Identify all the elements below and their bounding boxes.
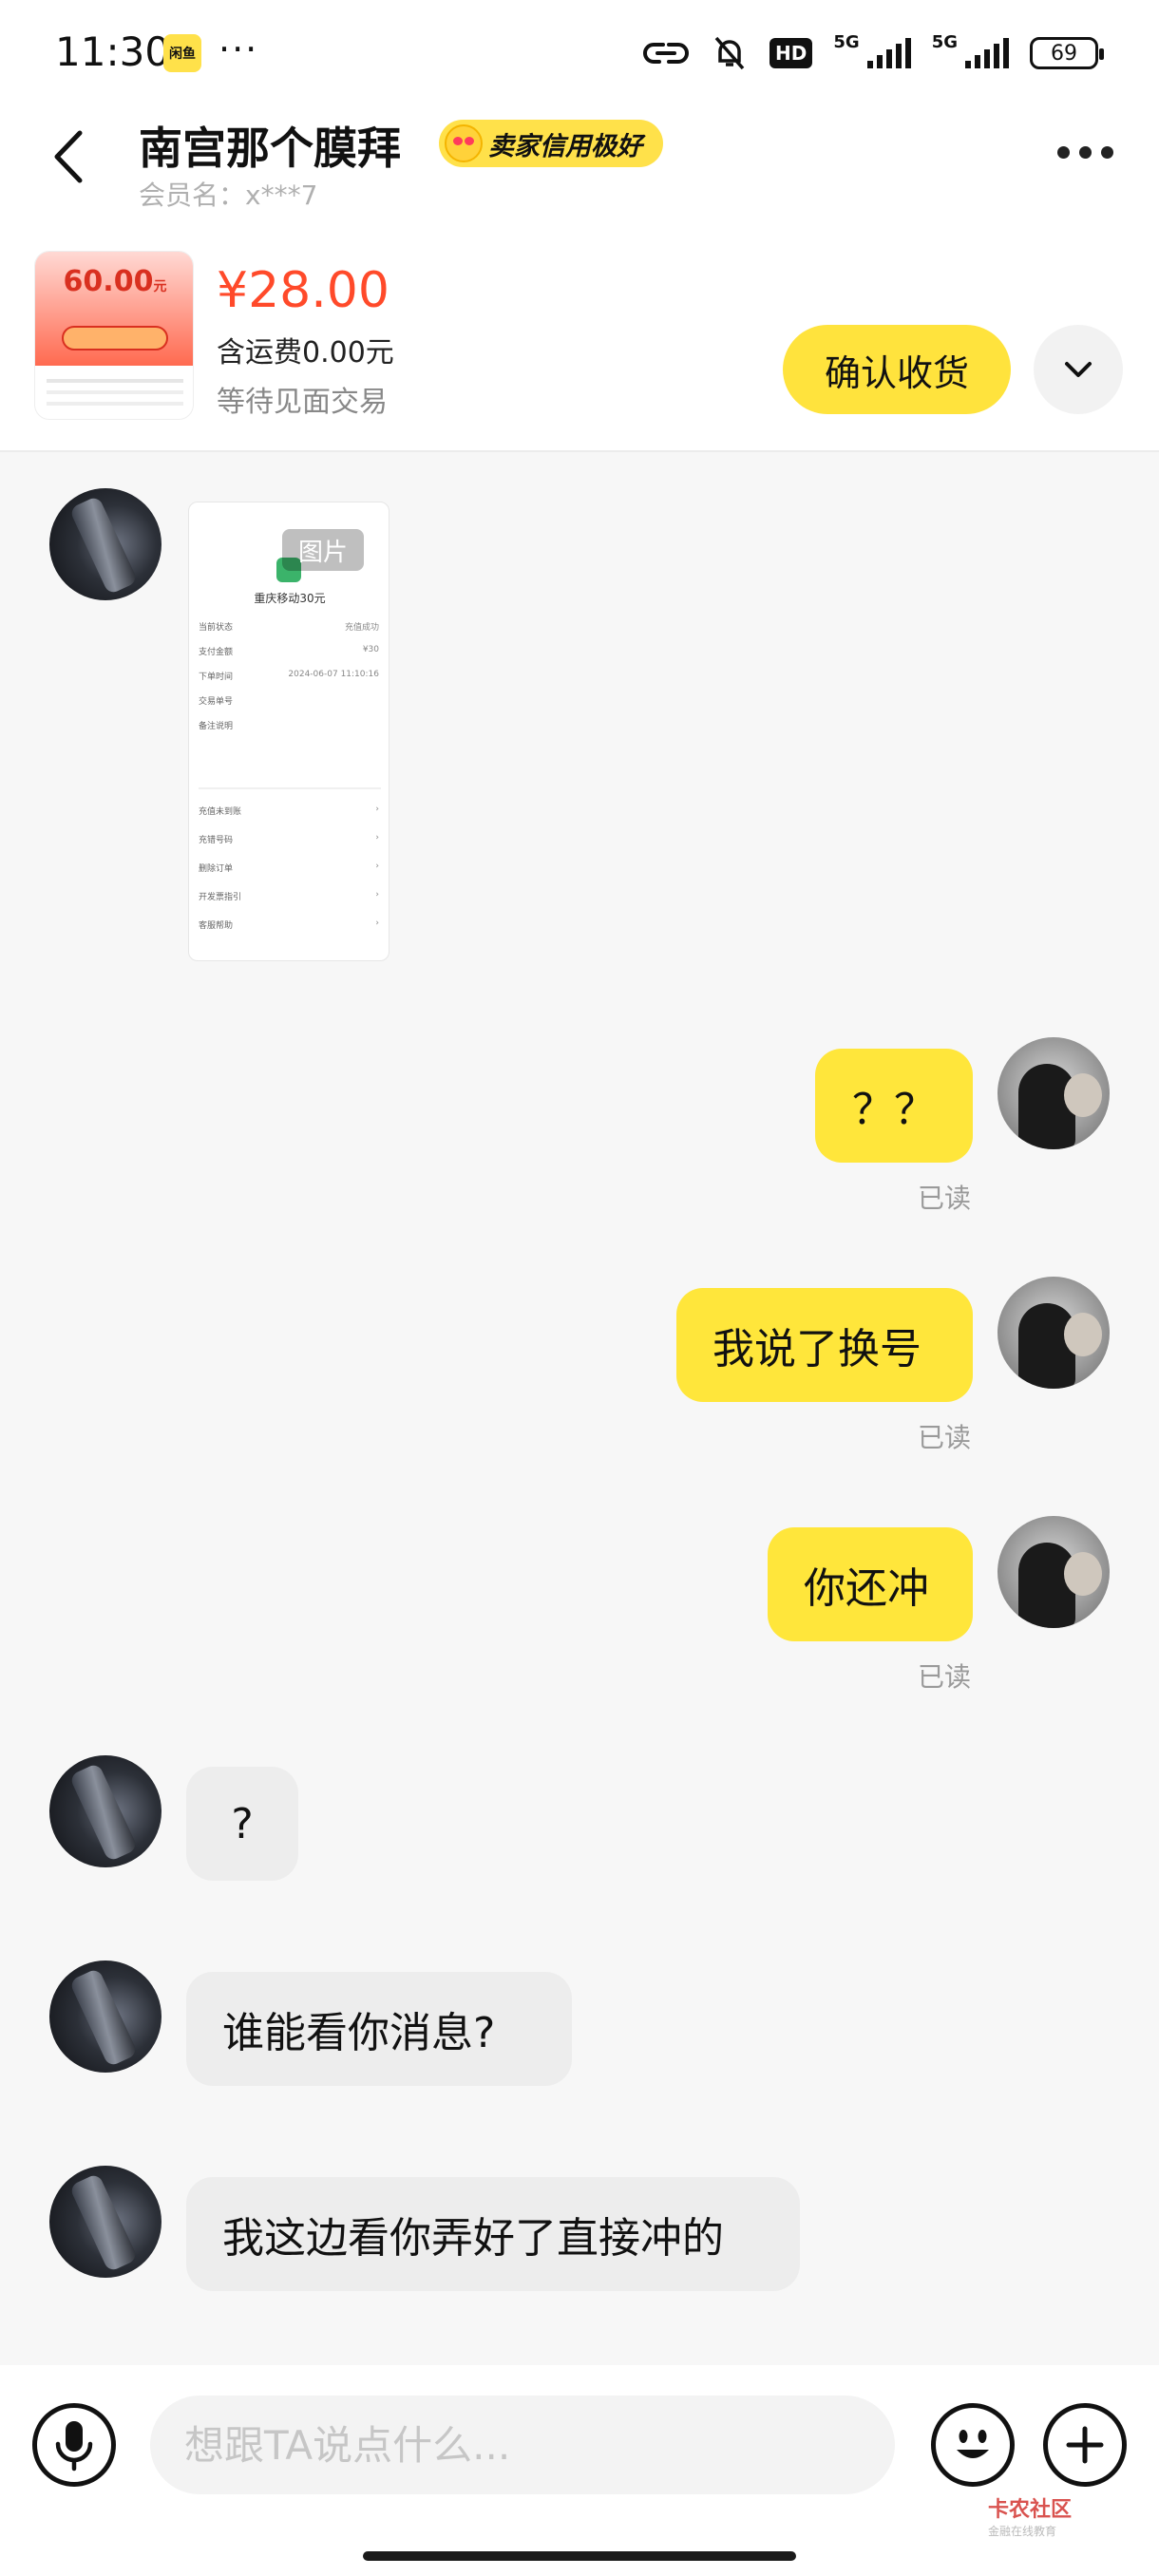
read-status: 已读: [918, 1422, 972, 1453]
expand-button[interactable]: [1034, 325, 1123, 414]
contact-name[interactable]: 南宫那个膜拜: [139, 114, 401, 177]
image-row-value: ¥30: [362, 645, 379, 654]
image-row-label: 开发票指引: [199, 893, 242, 902]
network-type-1: 5G: [833, 32, 860, 52]
credit-badge-label: 卖家信用极好: [488, 131, 642, 161]
image-row-value: ›: [375, 890, 379, 900]
image-row-label: 交易单号: [199, 697, 234, 707]
image-row-value: ›: [375, 862, 379, 871]
my-avatar[interactable]: [998, 1516, 1110, 1628]
image-row-label: 删除订单: [199, 864, 234, 874]
network-type-2: 5G: [931, 32, 958, 52]
input-bar: 卡农社区金融在线教育: [0, 2365, 1159, 2576]
image-row-label: 下单时间: [199, 672, 234, 682]
incoming-message[interactable]: 谁能看你消息?: [186, 1972, 572, 2086]
outgoing-message[interactable]: ？？: [815, 1049, 973, 1163]
signal-icon-1: [866, 38, 911, 68]
incoming-message[interactable]: 我这边看你弄好了直接冲的: [186, 2177, 800, 2291]
hd-icon: HD: [770, 38, 813, 68]
my-avatar[interactable]: [998, 1277, 1110, 1389]
chat-header: 南宫那个膜拜 卖家信用极好 会员名：x***7: [0, 104, 1159, 211]
trade-status: 等待见面交易: [217, 386, 388, 419]
home-indicator[interactable]: [363, 2551, 796, 2561]
emoji-button[interactable]: [931, 2403, 1015, 2487]
back-icon[interactable]: [46, 125, 93, 188]
outgoing-message[interactable]: 你还冲: [768, 1527, 973, 1641]
shipping-fee: 含运费0.00元: [217, 336, 394, 369]
image-row-value: ›: [375, 833, 379, 843]
chat-area[interactable]: 图片 重庆移动30元 当前状态 充值成功 支付金额 ¥30 下单时间 2024-…: [0, 454, 1159, 2365]
image-row-label: 充值未到账: [199, 807, 242, 817]
more-options-icon[interactable]: [1057, 146, 1113, 159]
image-row-value: ›: [375, 919, 379, 928]
outgoing-message[interactable]: 我说了换号: [676, 1288, 973, 1402]
seller-avatar[interactable]: [49, 488, 162, 600]
image-row-label: 客服帮助: [199, 921, 234, 931]
battery-icon: 69: [1030, 37, 1104, 69]
image-row-label: 充错号码: [199, 836, 234, 845]
voice-button[interactable]: [32, 2403, 116, 2487]
seller-avatar[interactable]: [49, 2166, 162, 2278]
my-avatar[interactable]: [998, 1037, 1110, 1149]
link-icon: [643, 43, 690, 64]
product-thumbnail[interactable]: 60.00元: [34, 251, 194, 420]
image-divider: [199, 787, 381, 789]
thumbnail-button-shape: [62, 326, 168, 350]
mute-bell-icon: [714, 36, 745, 70]
image-order-title: 重庆移动30元: [254, 592, 326, 605]
status-more-icon: ···: [218, 28, 259, 70]
thumbnail-amount: 60.00元: [63, 265, 167, 298]
read-status: 已读: [918, 1183, 972, 1214]
smiley-icon: [957, 2430, 989, 2458]
seller-credit-badge[interactable]: 卖家信用极好: [439, 120, 663, 167]
plus-icon: [1066, 2426, 1104, 2464]
incoming-message[interactable]: ?: [186, 1767, 298, 1881]
confirm-receipt-button[interactable]: 确认收货: [783, 325, 1011, 414]
message-input[interactable]: [150, 2396, 895, 2494]
thumbnail-text-lines: [47, 379, 183, 383]
image-row-value: 充值成功: [344, 623, 379, 633]
signal-icon-2: [965, 38, 1009, 68]
image-row-value: 2024-06-07 11:10:16: [288, 670, 379, 679]
image-row-label: 支付金额: [199, 648, 234, 657]
forum-watermark: 卡农社区 金融在线教育: [988, 2498, 1073, 2538]
image-message[interactable]: 图片 重庆移动30元 当前状态 充值成功 支付金额 ¥30 下单时间 2024-…: [188, 502, 390, 961]
status-indicators: HD 5G 5G 69: [642, 32, 1104, 74]
product-card[interactable]: 60.00元 ¥28.00 含运费0.00元 等待见面交易 确认收货: [0, 209, 1159, 452]
image-row-value: ›: [375, 805, 379, 814]
product-price: ¥28.00: [217, 262, 390, 319]
heart-eyes-icon: [445, 124, 483, 162]
xianyu-app-icon: 闲鱼: [163, 34, 201, 72]
microphone-icon: [55, 2421, 93, 2472]
status-time: 11:30: [55, 28, 171, 75]
status-bar: 11:30 闲鱼 ··· HD 5G 5G 69: [0, 0, 1159, 104]
chevron-down-icon: [1065, 362, 1092, 377]
member-name: 会员名：x***7: [139, 180, 318, 211]
image-tag: 图片: [282, 529, 364, 571]
more-actions-button[interactable]: [1043, 2403, 1127, 2487]
read-status: 已读: [918, 1661, 972, 1693]
seller-avatar[interactable]: [49, 1755, 162, 1867]
image-row-label: 当前状态: [199, 623, 234, 633]
image-row-label: 备注说明: [199, 722, 234, 731]
seller-avatar[interactable]: [49, 1960, 162, 2073]
